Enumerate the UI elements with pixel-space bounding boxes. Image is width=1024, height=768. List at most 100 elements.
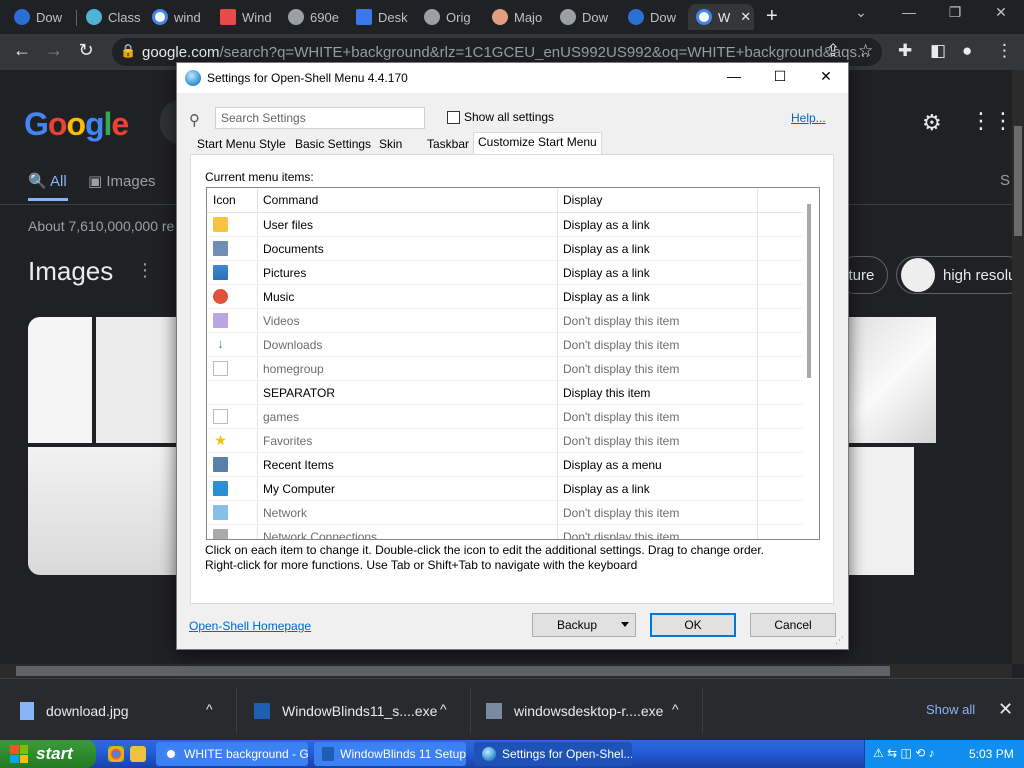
music-icon[interactable] [213,289,228,304]
dialog-maximize-button[interactable]: ☐ [765,68,795,85]
checkbox-box[interactable] [447,110,460,124]
close-button[interactable]: ✕ [978,4,1024,21]
browser-tab[interactable]: wind [144,4,210,30]
scrollbar-thumb[interactable] [1014,126,1022,236]
tray-icons[interactable]: ⚠ ⇆ ◫ ⟲ ♪ [873,746,935,760]
column-header-command[interactable]: Command [263,193,318,207]
image-thumbnail[interactable] [848,447,914,575]
scrollbar-thumb[interactable] [16,666,890,676]
forward-button[interactable]: → [42,40,66,61]
image-thumbnail[interactable] [28,317,92,443]
menu-icon[interactable]: ⋮ [996,41,1013,61]
list-item[interactable]: Documents Display as a link [207,237,803,261]
list-item[interactable]: Music Display as a link [207,285,803,309]
reload-button[interactable]: ↻ [74,40,98,61]
chevron-up-icon[interactable]: ^ [206,701,213,717]
extensions-icon[interactable]: ✚ [898,41,912,61]
network-icon[interactable] [213,505,228,520]
dialog-close-button[interactable]: ✕ [811,68,841,85]
chrome-quicklaunch-icon[interactable] [108,746,124,762]
share-icon[interactable]: ⇪ [826,41,840,61]
cancel-button[interactable]: Cancel [750,613,836,637]
show-all-downloads-link[interactable]: Show all [926,702,975,717]
computer-icon[interactable] [213,481,228,496]
tab-taskbar[interactable]: Taskbar [423,135,473,155]
menu-items-list[interactable]: Icon Command Display User files Display a… [206,187,820,540]
pictures-icon[interactable] [213,265,228,280]
back-button[interactable]: ← [10,40,34,61]
ok-button[interactable]: OK [650,613,736,637]
blank-page-icon[interactable] [213,361,228,376]
taskbar-button-open-shell[interactable]: Settings for Open-Shel... [474,742,632,766]
list-item[interactable]: My Computer Display as a link [207,477,803,501]
column-header-icon[interactable]: Icon [213,193,253,207]
chevron-up-icon[interactable]: ^ [672,701,679,717]
show-all-settings-checkbox[interactable]: Show all settings [447,110,554,124]
dialog-title-bar[interactable]: Settings for Open-Shell Menu 4.4.170 — ☐… [177,63,848,93]
more-options-icon[interactable]: ⋮ [136,260,154,281]
list-item[interactable]: Recent Items Display as a menu [207,453,803,477]
close-download-bar-icon[interactable]: ✕ [998,699,1013,720]
videos-icon[interactable] [213,313,228,328]
search-settings-input[interactable] [215,107,425,129]
list-item[interactable]: Pictures Display as a link [207,261,803,285]
download-item[interactable]: windowsdesktop-r....exe [486,691,663,731]
list-item[interactable]: Network Connections Don't display this it… [207,525,803,539]
browser-tab[interactable]: Dow [552,4,618,30]
list-item[interactable]: User files Display as a link [207,213,803,237]
tab-search-chevron-icon[interactable]: ⌄ [838,4,884,21]
list-item[interactable]: games Don't display this item [207,405,803,429]
page-horizontal-scrollbar[interactable] [0,664,1012,678]
network-connections-icon[interactable] [213,529,228,539]
list-item[interactable]: ↓ Downloads Don't display this item [207,333,803,357]
taskbar-button-chrome[interactable]: WHITE background - G... [156,742,308,766]
list-item[interactable]: homegroup Don't display this item [207,357,803,381]
resize-grip-icon[interactable]: ⋰ [835,635,844,646]
folder-quicklaunch-icon[interactable] [130,746,146,762]
downloads-icon[interactable]: ↓ [213,337,228,352]
minimize-button[interactable]: — [886,4,932,20]
profile-icon[interactable]: ● [962,41,972,61]
browser-tab[interactable]: Dow [6,4,72,30]
blank-page-icon[interactable] [213,409,228,424]
bookmark-star-icon[interactable]: ☆ [858,41,873,61]
recent-items-icon[interactable] [213,457,228,472]
tab-basic-settings[interactable]: Basic Settings [291,135,375,155]
clock[interactable]: 5:03 PM [969,747,1014,761]
list-item[interactable]: Videos Don't display this item [207,309,803,333]
nav-truncated[interactable]: S [1000,172,1010,189]
open-shell-homepage-link[interactable]: Open-Shell Homepage [189,619,311,633]
nav-all[interactable]: 🔍 All [28,172,67,190]
download-item[interactable]: download.jpg [20,691,129,731]
list-item[interactable]: ★ Favorites Don't display this item [207,429,803,453]
image-thumbnail[interactable] [96,317,180,443]
browser-tab[interactable]: Desk [348,4,414,30]
browser-tab-active[interactable]: W ✕ [688,4,754,30]
apps-grid-icon[interactable]: ⋮⋮ [970,108,1014,134]
download-item[interactable]: WindowBlinds11_s....exe [254,691,437,731]
tab-skin[interactable]: Skin [375,135,406,155]
browser-tab[interactable]: Majo [484,4,550,30]
filter-chip-high-resolution[interactable]: high resolu [896,256,1024,294]
list-item[interactable]: SEPARATOR Display this item [207,381,803,405]
browser-tab[interactable]: Wind [212,4,278,30]
tab-close-icon[interactable]: ✕ [740,9,751,25]
image-thumbnail[interactable] [28,447,180,575]
help-link[interactable]: Help... [791,111,826,125]
column-header-display[interactable]: Display [563,193,602,207]
list-scrollbar-thumb[interactable] [807,204,811,378]
google-logo[interactable]: Google [24,106,129,143]
browser-tab[interactable]: Orig [416,4,482,30]
list-item[interactable]: Network Don't display this item [207,501,803,525]
start-button[interactable]: start [0,740,96,768]
documents-icon[interactable] [213,241,228,256]
star-icon[interactable]: ★ [213,433,228,448]
dropdown-arrow-icon[interactable] [621,622,629,627]
backup-button[interactable]: Backup [532,613,636,637]
nav-images[interactable]: ▣ Images [88,172,156,190]
taskbar-button-windowblinds[interactable]: WindowBlinds 11 Setup [314,742,466,766]
dialog-minimize-button[interactable]: — [719,68,749,84]
tab-start-menu-style[interactable]: Start Menu Style [193,135,290,155]
folder-icon[interactable] [213,217,228,232]
browser-tab[interactable]: 690e [280,4,346,30]
